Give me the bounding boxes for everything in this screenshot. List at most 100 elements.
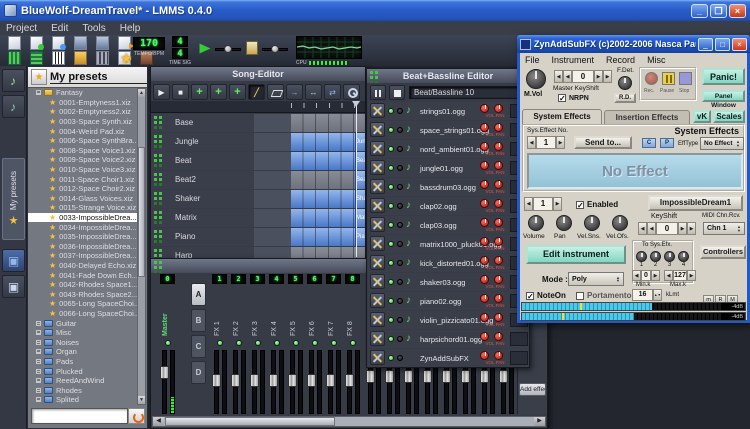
pan-knob[interactable] [494,161,503,170]
scroll-right-icon[interactable]: ▶ [534,417,545,426]
track-mute-led[interactable] [388,336,394,342]
fx-channel[interactable]: 5 FX 5 [287,274,306,419]
track-pattern-area[interactable]: Mat [291,209,365,227]
track-knob[interactable] [397,260,403,266]
preset-item[interactable]: 0001-Emptyness1.xiz [28,98,138,108]
fx-group-button[interactable]: B [191,309,206,332]
track-knob[interactable] [397,279,403,285]
checkbox-icon[interactable] [576,201,584,209]
bb-track-row[interactable]: piano02.ogg VOL PAN [368,292,529,310]
toolbar-icon[interactable] [26,36,46,50]
spinner-icon[interactable]: ▲▼ [653,289,662,301]
preset-item[interactable]: 0003-Space Synth.xiz [28,117,138,127]
pan-knob[interactable] [494,332,503,341]
instrument-name[interactable]: clap03.ogg [420,221,457,230]
track-ops-icon[interactable] [370,217,385,232]
edit-instrument-button[interactable]: Edit instrument [526,245,626,264]
preset-item[interactable]: 0042-Rhodes Space1... [28,280,138,290]
instrument-name[interactable]: clap02.ogg [420,202,457,211]
decrement-icon[interactable]: ◀ [563,70,572,83]
fx-fader-handle[interactable] [366,370,375,383]
panic-button[interactable]: Panic! [702,68,745,85]
instrument-name[interactable]: jungle01.ogg [420,164,463,173]
track-cell[interactable] [254,152,291,170]
track-knob[interactable] [397,108,403,114]
bb-track-row[interactable]: strings01.ogg VOL PAN [368,102,529,120]
preset-item[interactable]: 0002-Emptyness2.xiz [28,107,138,117]
zyn-minimize-button[interactable]: _ [698,38,713,51]
channel-led[interactable] [236,340,242,346]
send-to-button[interactable]: Send to... [574,136,632,149]
pause-button[interactable] [662,72,675,85]
instrument-name[interactable]: ZynAddSubFX [420,354,469,363]
fine-detune-knob[interactable] [618,76,632,90]
tempo-display[interactable]: 170 [133,37,165,50]
bb-track-row[interactable]: nord_ambient01.ogg VOL PAN [368,140,529,158]
volume-knob[interactable] [480,256,489,265]
track-ops-icon[interactable] [370,160,385,175]
toolbar-icon[interactable] [26,51,46,65]
pan-knob[interactable] [494,313,503,322]
track-knob[interactable] [397,336,403,342]
song-track-row[interactable]: Shaker Sha [151,190,365,208]
song-editor-toolbar-icon[interactable] [324,84,341,100]
bb-track-row[interactable]: space_strings01.ogg VOL PAN [368,121,529,139]
fx-fader-handle[interactable] [231,374,240,387]
song-track-row[interactable]: Piano Pia [151,228,365,246]
song-editor-toolbar-icon[interactable] [153,84,170,100]
preset-item[interactable]: 0015-Strange Voice.xiz [28,203,138,213]
panel-window-button[interactable]: Panel Window [702,90,745,102]
toolbar-icon[interactable] [70,51,90,65]
fx-fader-handle[interactable] [288,374,297,387]
preset-item[interactable]: 0006-Space SynthBra... [28,136,138,146]
preset-item[interactable]: 0010-Space Voice3.xiz [28,165,138,175]
sys-efx-knob[interactable] [664,251,675,262]
nrpn-checkbox[interactable]: NRPN [558,94,589,102]
channel-led[interactable] [312,340,318,346]
track-mute-led[interactable] [388,203,394,209]
song-editor-toolbar-icon[interactable] [172,84,189,100]
track-name[interactable]: Piano [175,232,195,241]
preset-item[interactable]: 0009-Space Voice2.xiz [28,155,138,165]
velocity-offset-knob[interactable] [612,215,628,231]
expand-toggle-icon[interactable] [36,397,41,402]
track-cell[interactable] [254,171,291,189]
track-knob[interactable] [397,165,403,171]
scroll-up-icon[interactable]: ▲ [138,89,145,97]
pan-knob[interactable] [494,123,503,132]
volume-knob[interactable] [480,180,489,189]
track-name[interactable]: Shaker [175,194,200,203]
channel-led[interactable] [331,340,337,346]
track-cell[interactable] [254,228,291,246]
preset-item[interactable]: Rhodes [28,385,138,395]
sys-efx-knob[interactable] [678,251,689,262]
toolbar-icon[interactable] [4,36,24,50]
decrement-icon[interactable]: ◀ [632,270,641,281]
scroll-down-icon[interactable]: ▼ [138,396,145,404]
volume-knob[interactable] [480,161,489,170]
track-grip-icon[interactable] [154,192,157,195]
track-knob[interactable] [397,222,403,228]
volume-knob[interactable] [480,294,489,303]
instrument-name[interactable]: harpsichord01.ogg [420,335,482,344]
song-editor-toolbar-icon[interactable] [229,84,246,100]
part-counter[interactable]: ◀1▶ [524,197,562,211]
track-cell[interactable] [254,190,291,208]
channel-led[interactable] [255,340,261,346]
preset-item[interactable]: Noises [28,337,138,347]
sidebar-tab-icon[interactable]: ▣ [2,249,25,272]
close-button[interactable]: × [729,4,746,18]
fx-channel[interactable]: 4 FX 4 [268,274,287,419]
master-volume-knob[interactable] [526,69,546,89]
track-ops-icon[interactable] [370,293,385,308]
preset-item[interactable]: Plucked [28,366,138,376]
track-ops-icon[interactable] [370,103,385,118]
track-mute-led[interactable] [388,127,394,133]
menu-item[interactable]: Edit [51,23,68,34]
expand-toggle-icon[interactable] [36,340,41,345]
bb-track-row[interactable]: clap02.ogg VOL PAN [368,197,529,215]
preset-item[interactable]: 0014-Glass Voices.xiz [28,194,138,204]
expand-toggle-icon[interactable] [36,90,41,95]
bb-track-row[interactable]: ZynAddSubFX VOL PAN [368,349,529,367]
scales-button[interactable]: Scales [713,110,745,123]
